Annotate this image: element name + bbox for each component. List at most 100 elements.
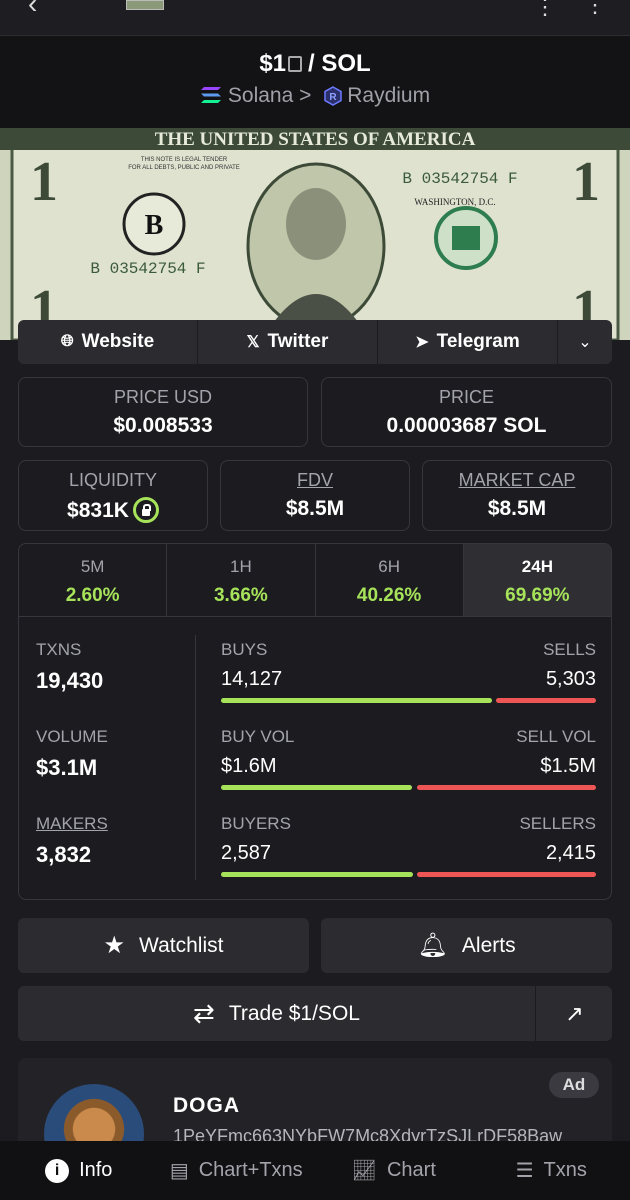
stats-divider: [195, 635, 196, 880]
buy-sell-volume-bar: [221, 785, 596, 790]
twitter-label: Twitter: [267, 331, 329, 352]
chain-link[interactable]: Solana: [228, 84, 293, 107]
nav-chart[interactable]: 📈︎ Chart: [315, 1158, 473, 1183]
svg-text:R: R: [330, 92, 338, 103]
telegram-label: Telegram: [436, 331, 520, 352]
tab-label: 24H: [521, 557, 553, 576]
nav-info[interactable]: i Info: [0, 1158, 158, 1183]
sells-value: 5,303: [545, 668, 596, 690]
back-arrow-icon[interactable]: ‹: [28, 0, 37, 20]
makers-label[interactable]: MAKERS: [36, 814, 108, 834]
breadcrumb-chevron-icon: >: [299, 84, 318, 107]
sellers-bar-fill: [416, 872, 596, 877]
volume-stat: VOLUME $3.1M: [36, 727, 108, 781]
txns-label: TXNS: [36, 640, 82, 659]
volume-value: $3.1M: [36, 755, 98, 780]
globe-icon: 🌐︎: [60, 333, 74, 350]
sell-vol-value: $1.5M: [540, 755, 596, 777]
volume-label: VOLUME: [36, 727, 108, 746]
buy-vol-label: BUY VOL: [221, 727, 295, 746]
dollar-bill-illustration: THE UNITED STATES OF AMERICA THIS NOTE I…: [0, 128, 630, 340]
twitter-link[interactable]: 𝕏 Twitter: [198, 320, 378, 364]
nav-txns[interactable]: ☰ Txns: [473, 1158, 630, 1183]
trade-button[interactable]: ⇄ Trade $1/SOL: [18, 986, 536, 1041]
fdv-value: $8.5M: [285, 497, 345, 520]
pair-title: $1 / SOL: [0, 50, 630, 78]
tab-1h[interactable]: 1H 3.66%: [167, 544, 316, 616]
bill-city: WASHINGTON, D.C.: [414, 197, 495, 207]
token-thumbnail: [126, 0, 164, 10]
bill-legal-2: FOR ALL DEBTS, PUBLIC AND PRIVATE: [128, 165, 240, 171]
chevron-down-icon: ⌄: [578, 334, 592, 351]
pair-header: $1 / SOL Solana > R Raydium: [0, 36, 630, 128]
makers-value: 3,832: [36, 842, 92, 867]
dex-link[interactable]: Raydium: [347, 84, 430, 107]
chain-dex-breadcrumb: Solana > R Raydium: [0, 84, 630, 108]
solana-icon: [200, 87, 221, 103]
more-links-button[interactable]: ⌄: [558, 320, 612, 364]
trade-bar: ⇄ Trade $1/SOL ↗: [18, 986, 612, 1041]
alerts-button[interactable]: 🔔︎ Alerts: [321, 918, 612, 973]
telegram-link[interactable]: ➤ Telegram: [378, 320, 558, 364]
tab-change: 3.66%: [213, 585, 268, 606]
liquidity-card: LIQUIDITY $831K: [18, 460, 208, 531]
ad-badge: Ad: [549, 1072, 599, 1098]
raydium-icon: R: [324, 86, 342, 106]
tab-5m[interactable]: 5M 2.60%: [19, 544, 168, 616]
tab-change: 69.69%: [505, 585, 570, 606]
tab-label: 1H: [230, 557, 252, 576]
chart-txns-icon: ▤: [169, 1160, 189, 1182]
lock-icon[interactable]: [132, 497, 159, 523]
bell-icon: 🔔︎: [417, 932, 448, 959]
base-symbol: $1: [259, 50, 287, 77]
nav-chart-txns[interactable]: ▤ Chart+Txns: [158, 1158, 316, 1183]
sell-vol-bar-fill: [416, 785, 596, 790]
social-links-bar: 🌐︎ Website 𝕏 Twitter ➤ Telegram ⌄: [18, 320, 612, 364]
buys-sells-bar: [221, 698, 596, 703]
buy-vol-bar-fill: [221, 785, 413, 790]
price-usd-value: $0.008533: [113, 414, 213, 437]
tab-6h[interactable]: 6H 40.26%: [316, 544, 464, 616]
activity-stats: TXNS 19,430 VOLUME $3.1M MAKERS 3,832 BU…: [19, 617, 611, 899]
price-usd-label: PRICE USD: [113, 387, 212, 407]
buy-vol-value: $1.6M: [221, 755, 277, 777]
sells-bar-fill: [495, 698, 596, 703]
sellers-value: 2,415: [545, 842, 596, 864]
buys-value: 14,127: [221, 668, 283, 690]
ad-token-name: DOGA: [173, 1094, 240, 1117]
nav-txns-label: Txns: [543, 1159, 587, 1181]
chart-icon: 📈︎: [351, 1160, 377, 1182]
market-cap-value: $8.5M: [487, 497, 547, 520]
watchlist-label: Watchlist: [139, 933, 224, 957]
trade-label: Trade $1/SOL: [228, 1001, 360, 1025]
market-cap-label[interactable]: MARKET CAP: [423, 470, 611, 491]
liquidity-label: LIQUIDITY: [68, 470, 157, 490]
fdv-label[interactable]: FDV: [221, 470, 409, 491]
sells-label: SELLS: [543, 640, 596, 659]
buyers-value: 2,587: [221, 842, 272, 864]
more-icon[interactable]: ⋮: [584, 0, 606, 18]
alerts-label: Alerts: [461, 933, 516, 957]
share-icon[interactable]: ⋮: [534, 0, 556, 20]
list-icon: ☰: [515, 1160, 534, 1182]
tab-24h[interactable]: 24H 69.69%: [463, 544, 611, 616]
bill-denom-topright: 1: [572, 151, 600, 213]
website-link[interactable]: 🌐︎ Website: [18, 320, 198, 364]
top-bar: ‹ ⋮ ⋮: [0, 0, 630, 36]
sell-vol-label: SELL VOL: [516, 727, 596, 746]
bill-seal-letter: B: [145, 210, 164, 241]
copy-icon[interactable]: [288, 56, 303, 72]
buys-label: BUYS: [221, 640, 268, 659]
tab-label: 6H: [378, 557, 400, 576]
watchlist-button[interactable]: ★ Watchlist: [18, 918, 309, 973]
bill-legal-1: THIS NOTE IS LEGAL TENDER: [141, 157, 228, 163]
bill-serial-top: B 03542754 F: [402, 170, 517, 188]
activity-panel: 5M 2.60% 1H 3.66% 6H 40.26% 24H 69.69% T…: [18, 543, 612, 900]
tab-change: 2.60%: [65, 585, 120, 606]
quote-symbol: / SOL: [308, 50, 371, 77]
external-link-button[interactable]: ↗: [537, 986, 612, 1041]
bill-serial-bottom: B 03542754 F: [90, 260, 205, 278]
bill-denom-topleft: 1: [30, 151, 58, 213]
buys-bar-fill: [221, 698, 492, 703]
price-usd-card: PRICE USD $0.008533: [18, 377, 308, 447]
